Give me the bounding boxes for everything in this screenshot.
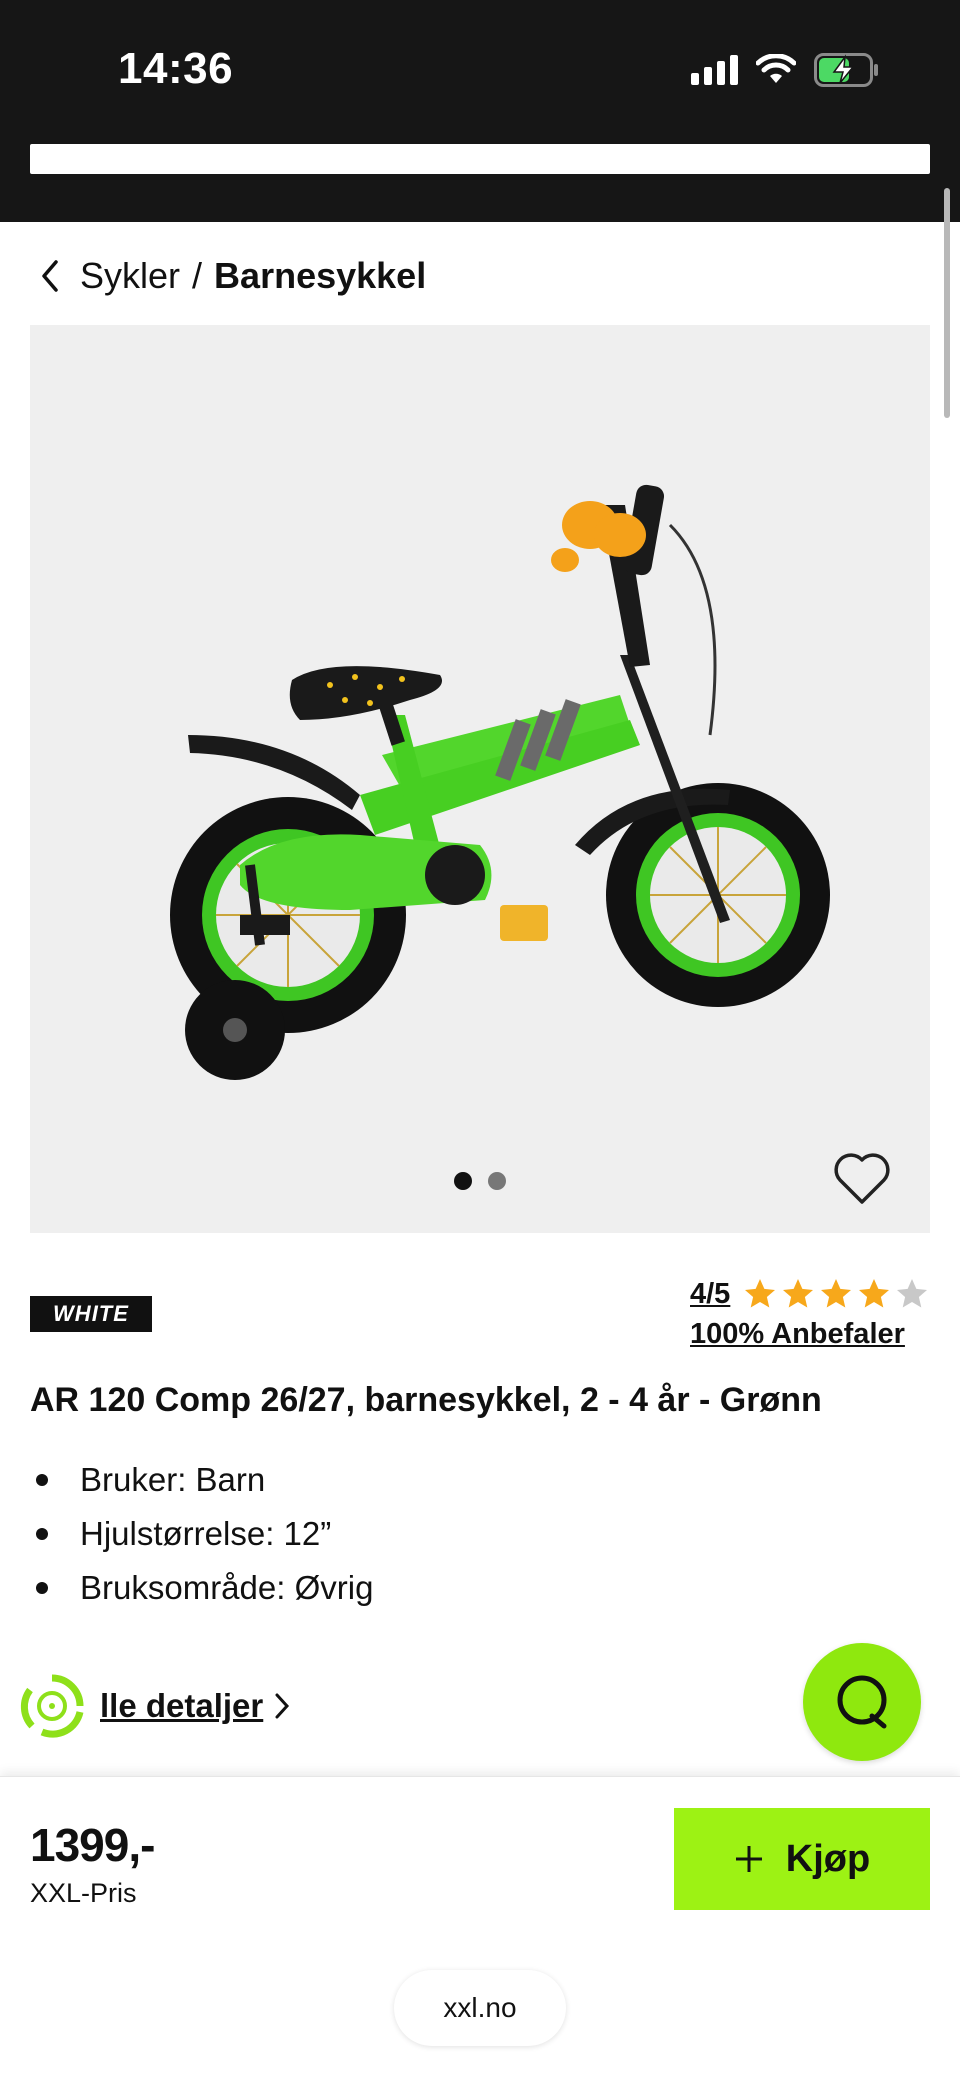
product-image[interactable]	[30, 325, 930, 1233]
breadcrumb-current: Barnesykkel	[214, 255, 427, 296]
gallery-dot[interactable]	[488, 1172, 506, 1190]
buy-button[interactable]: Kjøp	[674, 1808, 930, 1910]
spec-item: Bruksområde: Øvrig	[30, 1561, 373, 1615]
breadcrumb-separator: /	[192, 255, 203, 296]
rating-score[interactable]: 4/5	[690, 1278, 730, 1311]
price-label: XXL-Pris	[30, 1878, 137, 1908]
scrollbar[interactable]	[944, 188, 950, 418]
star-filled-icon	[821, 1279, 852, 1308]
spec-text: Bruksområde: Øvrig	[80, 1569, 374, 1606]
product-title: AR 120 Comp 26/27, barnesykkel, 2 - 4 år…	[30, 1381, 822, 1419]
chat-button[interactable]	[803, 1643, 921, 1761]
spec-item: Bruker: Barn	[30, 1453, 373, 1507]
plus-icon	[735, 1846, 762, 1872]
rating[interactable]: 4/5	[690, 1276, 930, 1312]
star-filled-icon	[859, 1279, 890, 1308]
chevron-right-icon	[275, 1693, 290, 1719]
spec-text: Bruker: Barn	[80, 1461, 266, 1498]
battery-charging-icon	[814, 53, 878, 87]
breadcrumb: Sykler / Barnesykkel	[40, 252, 426, 300]
status-icons	[691, 50, 880, 90]
gallery-dot-active[interactable]	[454, 1172, 472, 1190]
details-link[interactable]: lle detaljer	[18, 1672, 291, 1740]
star-filled-icon	[745, 1279, 776, 1308]
favorite-heart-icon[interactable]	[832, 1150, 892, 1206]
price: 1399,-	[30, 1819, 155, 1871]
back-chevron-icon[interactable]	[40, 256, 66, 296]
brand-logo[interactable]: WHITE	[30, 1296, 152, 1332]
eco-recycle-icon	[20, 1674, 84, 1738]
spec-item: Hjulstørrelse: 12”	[30, 1507, 373, 1561]
status-bar: 14:36	[0, 0, 960, 222]
spec-text: Hjulstørrelse: 12”	[80, 1515, 332, 1552]
chat-icon	[837, 1675, 887, 1729]
bicycle-image	[170, 484, 830, 1080]
wifi-icon	[756, 54, 796, 83]
recommend-link[interactable]: 100% Anbefaler	[690, 1318, 905, 1351]
breadcrumb-parent[interactable]: Sykler	[80, 255, 180, 297]
gallery-dots	[0, 1172, 960, 1190]
spec-list: Bruker: Barn Hjulstørrelse: 12” Bruksomr…	[30, 1453, 373, 1615]
address-bar[interactable]	[30, 144, 930, 174]
details-link-text[interactable]: lle detaljer	[100, 1687, 263, 1725]
brand-name: WHITE	[53, 1301, 129, 1326]
status-time: 14:36	[118, 44, 234, 93]
star-filled-icon	[783, 1279, 814, 1308]
signal-icon	[691, 55, 738, 85]
rating-stars	[742, 1276, 930, 1312]
url-pill[interactable]: xxl.no	[394, 1970, 566, 2046]
buy-button-label: Kjøp	[785, 1837, 871, 1880]
star-empty-icon	[897, 1279, 928, 1308]
